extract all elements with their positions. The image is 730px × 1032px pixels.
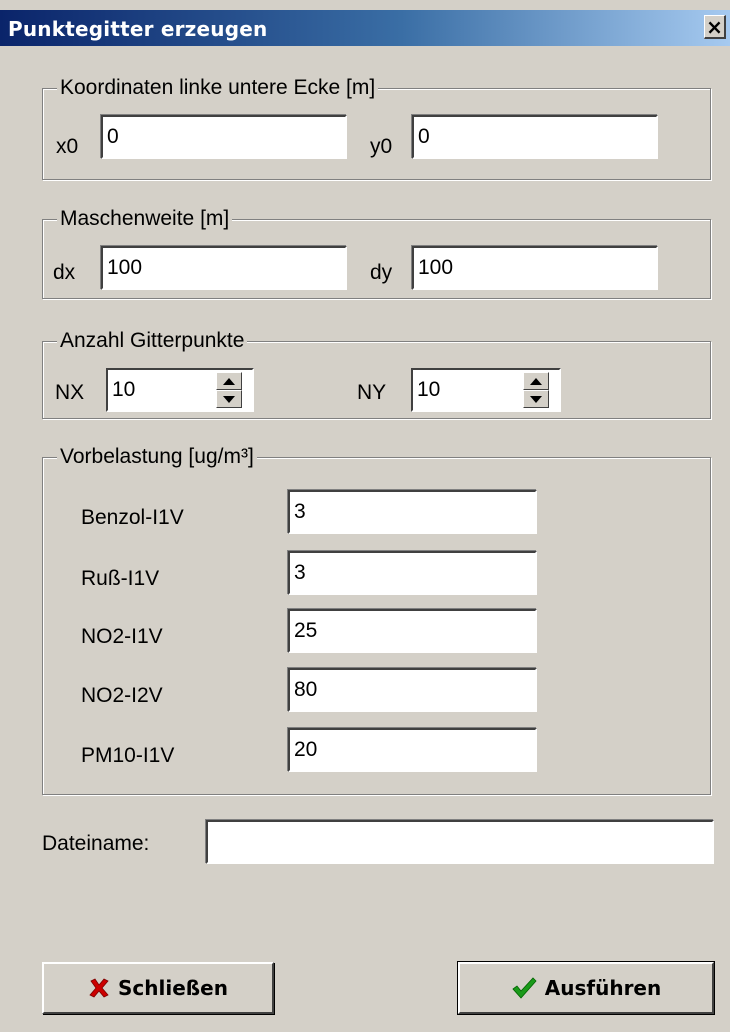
benzol-input[interactable] (288, 490, 537, 534)
arrow-up-icon (223, 377, 235, 385)
filename-input[interactable] (206, 820, 714, 864)
run-button[interactable]: Ausführen (457, 961, 715, 1015)
dx-input[interactable] (101, 246, 347, 290)
pm10-input[interactable] (288, 728, 537, 772)
no2-i1v-label: NO2-I1V (81, 625, 163, 648)
no2-i1v-input[interactable] (288, 609, 537, 653)
dy-input[interactable] (412, 246, 658, 290)
nx-label: NX (55, 381, 85, 404)
window-title: Punktegitter erzeugen (8, 17, 268, 41)
russ-input[interactable] (288, 551, 537, 595)
gridpoints-legend: Anzahl Gitterpunkte (57, 328, 248, 354)
mesh-size-legend: Maschenweite [m] (57, 206, 233, 232)
dy-label: dy (370, 261, 393, 284)
close-icon: × (706, 14, 723, 39)
red-x-icon (88, 977, 110, 999)
no2-i2v-label: NO2-I2V (81, 684, 163, 707)
arrow-up-icon (530, 377, 542, 385)
gridpoints-group: Anzahl Gitterpunkte NX NY (42, 328, 711, 419)
no2-i2v-input[interactable] (288, 668, 537, 712)
ny-label: NY (357, 381, 387, 404)
pm10-label: PM10-I1V (81, 744, 175, 767)
arrow-down-icon (223, 395, 235, 403)
y0-label: y0 (370, 135, 393, 158)
ny-spinner[interactable] (411, 368, 561, 412)
origin-coordinates-group: Koordinaten linke untere Ecke [m] x0 y0 (42, 75, 711, 180)
title-bar: Punktegitter erzeugen × (0, 10, 730, 46)
background-load-legend: Vorbelastung [ug/m³] (57, 444, 257, 470)
close-button[interactable]: Schließen (42, 962, 274, 1014)
nx-decrement-button[interactable] (216, 390, 242, 408)
ny-decrement-button[interactable] (523, 390, 549, 408)
green-checkmark-icon (511, 976, 537, 1000)
x0-input[interactable] (101, 115, 347, 159)
run-button-label: Ausführen (544, 976, 662, 1000)
origin-coordinates-legend: Koordinaten linke untere Ecke [m] (57, 75, 379, 101)
benzol-label: Benzol-I1V (81, 506, 184, 529)
arrow-down-icon (530, 395, 542, 403)
mesh-size-group: Maschenweite [m] dx dy (42, 206, 711, 299)
background-load-group: Vorbelastung [ug/m³] Benzol-I1V Ruß-I1V … (42, 444, 711, 795)
ny-increment-button[interactable] (523, 372, 549, 390)
russ-label: Ruß-I1V (81, 567, 160, 590)
close-button-label: Schließen (118, 976, 228, 1000)
y0-input[interactable] (412, 115, 658, 159)
filename-label: Dateiname: (42, 832, 150, 855)
close-window-button[interactable]: × (704, 15, 726, 39)
dx-label: dx (53, 261, 76, 284)
x0-label: x0 (56, 135, 79, 158)
nx-increment-button[interactable] (216, 372, 242, 390)
nx-spinner[interactable] (106, 368, 254, 412)
